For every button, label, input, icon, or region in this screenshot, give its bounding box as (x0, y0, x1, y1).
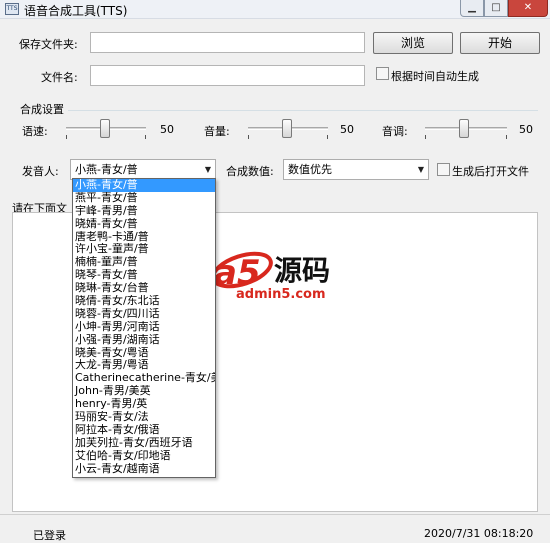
chevron-down-icon: ▼ (204, 165, 211, 174)
speed-tick-min (66, 135, 67, 139)
speaker-option[interactable]: 艾伯哈-青女/印地语 (73, 450, 215, 463)
speaker-option[interactable]: 晓琳-青女/台普 (73, 282, 215, 295)
speaker-option[interactable]: 晓琴-青女/普 (73, 269, 215, 282)
browse-button[interactable]: 浏览 (373, 32, 453, 54)
value-select[interactable]: 数值优先 ▼ (283, 159, 429, 180)
pitch-tick-min (425, 135, 426, 139)
close-button[interactable]: ✕ (508, 0, 548, 17)
filename-input[interactable] (90, 65, 365, 86)
speed-slider-thumb[interactable] (100, 119, 110, 138)
speaker-select[interactable]: 小燕-青女/普 ▼ (70, 159, 216, 180)
speaker-option[interactable]: 加芙列拉-青女/西班牙语 (73, 437, 215, 450)
value-selected-value: 数值优先 (288, 163, 332, 176)
volume-label: 音量: (204, 125, 230, 138)
maximize-button[interactable]: □ (484, 0, 508, 17)
speaker-option[interactable]: 晓婧-青女/普 (73, 218, 215, 231)
open-after-label: 生成后打开文件 (452, 165, 529, 178)
speaker-dropdown-list[interactable]: 小燕-青女/普 燕平-青女/普 宇峰-青男/普 晓婧-青女/普 唐老鸭-卡通/普 许小宝-… (72, 178, 216, 478)
volume-slider-thumb[interactable] (282, 119, 292, 138)
save-folder-label: 保存文件夹: (19, 38, 78, 51)
pitch-tick-max (506, 135, 507, 139)
pitch-value: 50 (519, 123, 533, 136)
watermark-chinese: 源码 (274, 254, 330, 287)
speaker-label: 发音人: (22, 165, 59, 178)
status-bar: 已登录 2020/7/31 08:18:20 (0, 514, 550, 542)
volume-tick-min (248, 135, 249, 139)
speaker-option[interactable]: 小强-青男/湖南话 (73, 334, 215, 347)
speed-value: 50 (160, 123, 174, 136)
open-after-checkbox[interactable] (437, 163, 450, 176)
watermark-logo: a5 源码 admin5.com (211, 251, 330, 302)
speaker-option[interactable]: Catherinecatherine-青女/美英 (73, 372, 215, 385)
speaker-option[interactable]: 楠楠-童声/普 (73, 256, 215, 269)
save-folder-input[interactable] (90, 32, 365, 53)
speed-tick-max (145, 135, 146, 139)
speaker-option[interactable]: 燕平-青女/普 (73, 192, 215, 205)
synthesis-settings-title: 合成设置 (20, 103, 64, 116)
speaker-option[interactable]: 晓美-青女/粤语 (73, 347, 215, 360)
app-icon: TTS (5, 3, 19, 15)
speaker-option[interactable]: 晓蓉-青女/四川话 (73, 308, 215, 321)
speed-label: 语速: (22, 125, 48, 138)
speaker-option[interactable]: 小云-青女/越南语 (73, 463, 215, 476)
speaker-option[interactable]: 许小宝-童声/普 (73, 243, 215, 256)
speaker-selected-value: 小燕-青女/普 (75, 163, 138, 176)
speaker-option[interactable]: 宇峰-青男/普 (73, 205, 215, 218)
volume-tick-max (327, 135, 328, 139)
auto-generate-label: 根据时间自动生成 (391, 70, 479, 83)
speaker-option[interactable]: 小燕-青女/普 (73, 179, 215, 192)
login-status: 已登录 (33, 529, 66, 542)
speaker-option[interactable]: 大龙-青男/粤语 (73, 359, 215, 372)
speaker-option[interactable]: John-青男/美英 (73, 385, 215, 398)
value-label: 合成数值: (226, 165, 274, 178)
chevron-down-icon: ▼ (417, 165, 424, 174)
speaker-option[interactable]: 唐老鸭-卡通/普 (73, 231, 215, 244)
auto-generate-checkbox[interactable] (376, 67, 389, 80)
watermark-url: admin5.com (236, 287, 326, 302)
speaker-option[interactable]: 玛丽安-青女/法 (73, 411, 215, 424)
speaker-option[interactable]: henry-青男/英 (73, 398, 215, 411)
pitch-slider-thumb[interactable] (459, 119, 469, 138)
minimize-button[interactable]: ▁ (460, 0, 484, 17)
speaker-option[interactable]: 阿拉本-青女/俄语 (73, 424, 215, 437)
filename-label: 文件名: (41, 71, 78, 84)
datetime-status: 2020/7/31 08:18:20 (424, 527, 534, 540)
title-bar: TTS 语音合成工具(TTS) ▁ □ ✕ (0, 0, 550, 19)
start-button[interactable]: 开始 (460, 32, 540, 54)
volume-value: 50 (340, 123, 354, 136)
window-title: 语音合成工具(TTS) (24, 4, 128, 18)
speaker-option[interactable]: 小坤-青男/河南话 (73, 321, 215, 334)
pitch-label: 音调: (382, 125, 408, 138)
speaker-option[interactable]: 晓倩-青女/东北话 (73, 295, 215, 308)
